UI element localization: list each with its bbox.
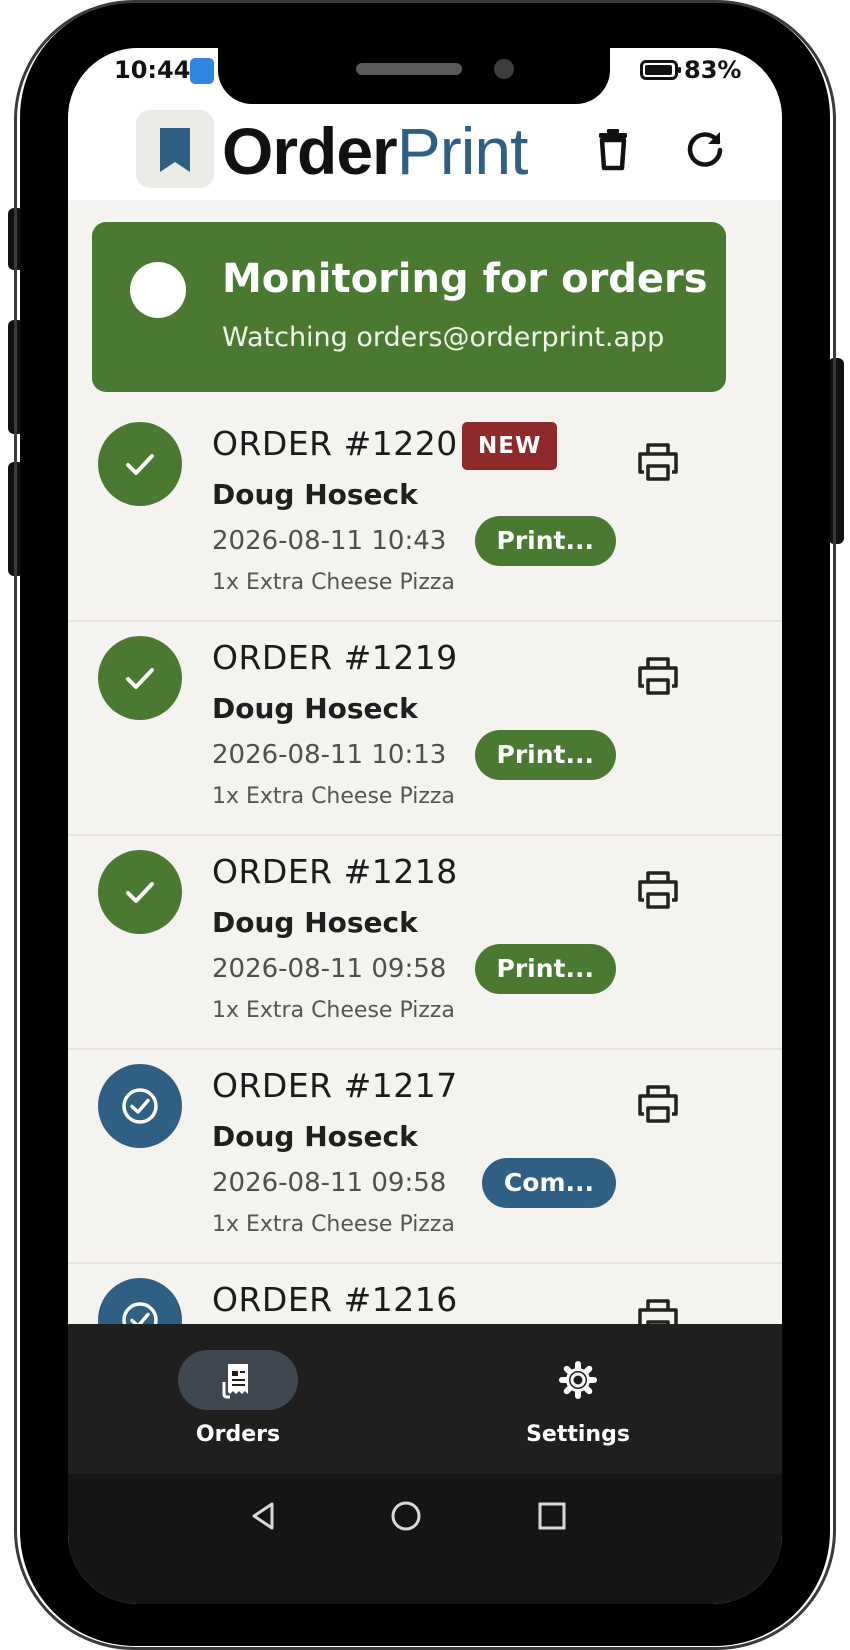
tab-orders-label: Orders [195,1422,281,1447]
completed-status-icon [98,1064,182,1148]
order-row[interactable]: ORDER #1219 Doug Hoseck 2026-08-11 10:13… [68,622,782,836]
order-row[interactable]: ORDER #1218 Doug Hoseck 2026-08-11 09:58… [68,836,782,1050]
speaker-grille [356,63,462,75]
app-notification-icon [190,58,214,84]
bottom-navigation: Orders Settings [68,1324,782,1474]
print-button[interactable] [634,1080,682,1128]
print-button[interactable] [634,438,682,486]
printed-status-icon [98,850,182,934]
check-circle-icon [122,1088,158,1124]
order-datetime: 2026-08-11 09:58 [212,954,447,984]
brand-light: Print [396,114,529,188]
delete-button[interactable] [588,124,638,174]
status-time: 10:44 [114,56,191,84]
phone-frame: 10:44 83% OrderPrint Monitoring for orde… [14,0,836,1650]
home-icon[interactable] [388,1498,424,1534]
order-number: ORDER #1217 [212,1066,458,1105]
order-datetime: 2026-08-11 10:13 [212,740,447,770]
app-logo [136,110,214,188]
recents-icon[interactable] [534,1498,570,1534]
order-items: 1x Extra Cheese Pizza [212,570,455,595]
order-number: ORDER #1216 [212,1280,458,1319]
printer-icon [638,1085,678,1123]
tab-orders[interactable]: Orders [118,1324,358,1474]
receipt-icon [222,1364,248,1399]
order-datetime: 2026-08-11 10:43 [212,526,447,556]
printer-icon [638,443,678,481]
status-badge: Print... [474,730,616,780]
gear-icon [559,1361,597,1399]
checkmark-icon [126,882,154,903]
new-badge: NEW [462,422,558,470]
brand-name: OrderPrint [222,112,529,190]
power-button [828,358,844,544]
order-row[interactable]: ORDER #1220 NEW Doug Hoseck 2026-08-11 1… [68,408,782,622]
printed-status-icon [98,422,182,506]
order-number: ORDER #1219 [212,638,458,677]
orders-list: ORDER #1220 NEW Doug Hoseck 2026-08-11 1… [68,408,782,1478]
receipt-logo-icon [160,128,190,172]
customer-name: Doug Hoseck [212,906,418,939]
order-number: ORDER #1218 [212,852,458,891]
printer-icon [638,871,678,909]
monitoring-banner: Monitoring for orders Watching orders@or… [92,222,726,392]
app-header: OrderPrint [68,104,782,200]
system-navigation-bar [68,1474,782,1604]
order-datetime: 2026-08-11 09:58 [212,1168,447,1198]
customer-name: Doug Hoseck [212,1120,418,1153]
phone-screen: 10:44 83% OrderPrint Monitoring for orde… [68,48,782,1604]
order-row[interactable]: ORDER #1217 Doug Hoseck 2026-08-11 09:58… [68,1050,782,1264]
battery-percent: 83% [684,56,742,84]
printer-icon [638,657,678,695]
tab-settings[interactable]: Settings [458,1324,698,1474]
printed-status-icon [98,636,182,720]
customer-name: Doug Hoseck [212,692,418,725]
front-camera [494,59,514,79]
back-icon[interactable] [246,1498,282,1534]
checkmark-icon [126,454,154,475]
print-button[interactable] [634,652,682,700]
status-badge: Print... [474,516,616,566]
trash-icon [599,129,627,171]
order-items: 1x Extra Cheese Pizza [212,998,455,1023]
monitoring-title: Monitoring for orders [222,256,708,302]
checkmark-icon [126,668,154,689]
status-badge: Com... [481,1158,616,1208]
order-items: 1x Extra Cheese Pizza [212,784,455,809]
brand-bold: Order [222,114,398,188]
refresh-button[interactable] [680,124,730,174]
tab-settings-label: Settings [526,1422,630,1447]
camera-notch [218,48,610,104]
print-button[interactable] [634,866,682,914]
battery-icon [640,60,681,80]
monitoring-indicator-icon [130,262,186,318]
refresh-icon [687,132,723,167]
status-badge: Print... [474,944,616,994]
monitoring-email: Watching orders@orderprint.app [222,322,665,353]
order-number: ORDER #1220 [212,424,458,463]
order-items: 1x Extra Cheese Pizza [212,1212,455,1237]
customer-name: Doug Hoseck [212,478,418,511]
